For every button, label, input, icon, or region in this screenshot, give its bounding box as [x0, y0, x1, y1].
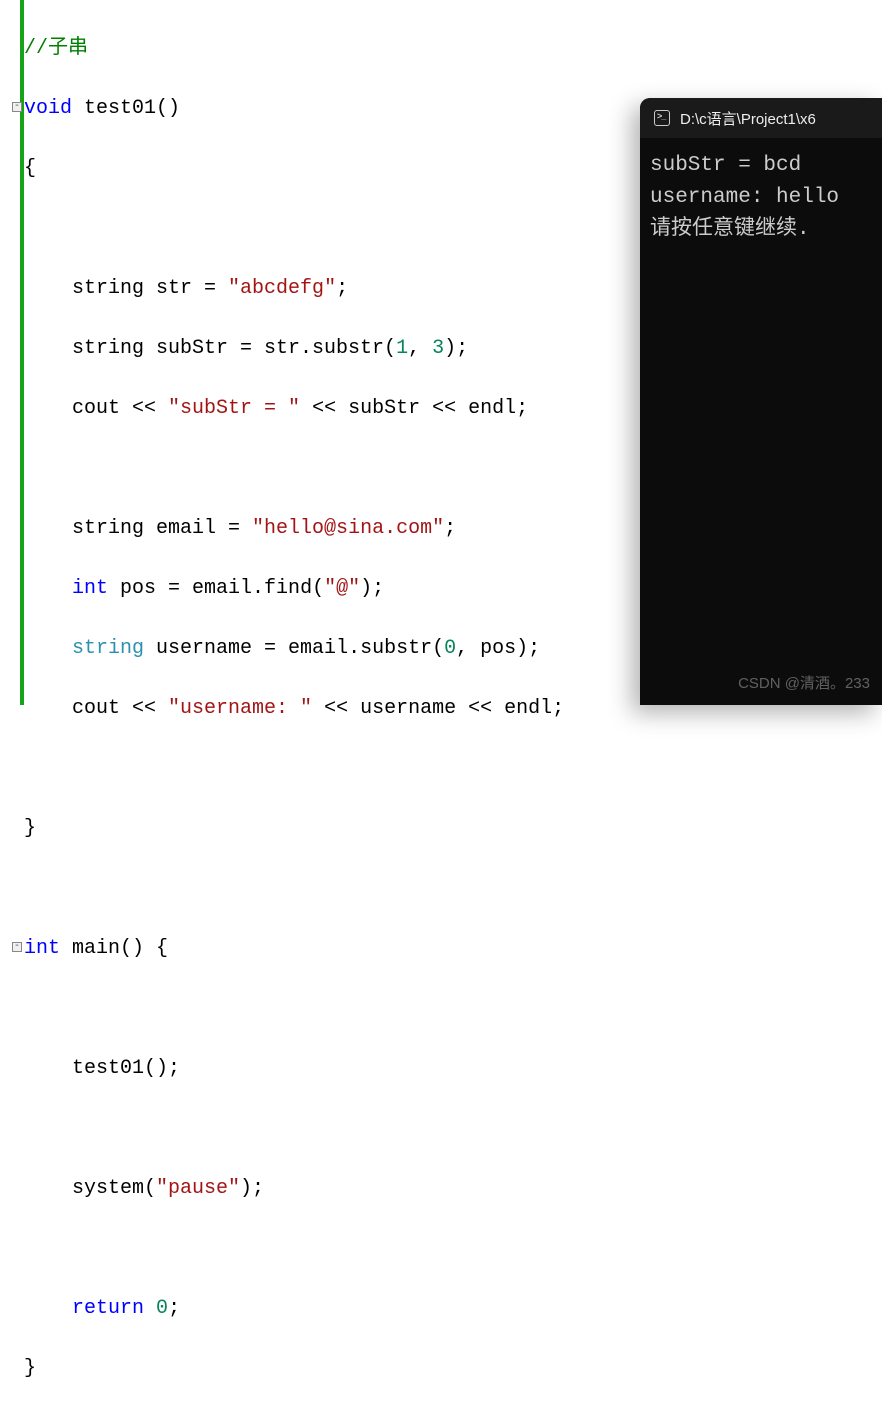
keyword: void [24, 97, 72, 120]
string-literal: "username: " [168, 697, 312, 720]
watermark: CSDN @清酒。233 [738, 672, 870, 693]
code-line: -int main() { [24, 934, 882, 964]
code-line: test01(); [24, 1054, 882, 1084]
code-text [24, 1297, 72, 1320]
func-name: test01() [72, 97, 180, 120]
string-literal: "abcdefg" [228, 277, 336, 300]
code-line: } [24, 814, 882, 844]
string-literal: "hello@sina.com" [252, 517, 444, 540]
output-line: username: hello [650, 186, 839, 209]
code-text: cout << [24, 697, 168, 720]
string-literal: "pause" [156, 1177, 240, 1200]
brace: { [24, 157, 36, 180]
code-text: << username << endl; [312, 697, 564, 720]
code-text: pos = email.find( [108, 577, 324, 600]
code-text: , pos); [456, 637, 540, 660]
code-text: string email = [24, 517, 252, 540]
code-text: username = email.substr( [144, 637, 444, 660]
string-literal: "subStr = " [168, 397, 300, 420]
number-literal: 3 [432, 337, 444, 360]
code-text: test01(); [24, 1057, 180, 1080]
comment-text: //子串 [24, 37, 88, 60]
code-text [144, 1297, 156, 1320]
number-literal: 0 [444, 637, 456, 660]
code-line: //子串 [24, 34, 882, 64]
code-text: ; [168, 1297, 180, 1320]
code-text [24, 637, 72, 660]
code-text: ); [240, 1177, 264, 1200]
console-titlebar[interactable]: D:\c语言\Project1\x6 [640, 98, 882, 138]
number-literal: 1 [396, 337, 408, 360]
code-line: return 0; [24, 1294, 882, 1324]
string-literal: "@" [324, 577, 360, 600]
brace: } [24, 817, 36, 840]
code-line [24, 994, 882, 1024]
type: string [72, 637, 144, 660]
code-line [24, 1114, 882, 1144]
terminal-icon [654, 110, 670, 126]
code-text: cout << [24, 397, 168, 420]
code-text: ); [360, 577, 384, 600]
code-text: ; [444, 517, 456, 540]
code-text: << subStr << endl; [300, 397, 528, 420]
number-literal: 0 [156, 1297, 168, 1320]
keyword: return [72, 1297, 144, 1320]
console-window: D:\c语言\Project1\x6 subStr = bcd username… [640, 98, 882, 705]
code-text: string subStr = str.substr( [24, 337, 396, 360]
code-text: , [408, 337, 432, 360]
output-line: subStr = bcd [650, 154, 801, 177]
code-text: ); [444, 337, 468, 360]
keyword: int [24, 937, 60, 960]
code-text: ; [336, 277, 348, 300]
code-text [24, 577, 72, 600]
brace: } [24, 1357, 36, 1380]
code-line [24, 754, 882, 784]
output-line: 请按任意键继续. [650, 218, 810, 241]
code-line [24, 874, 882, 904]
fold-icon[interactable]: - [12, 942, 22, 952]
code-line: } [24, 1354, 882, 1384]
code-line [24, 1234, 882, 1264]
func-name: main() { [60, 937, 168, 960]
keyword: int [72, 577, 108, 600]
console-title: D:\c语言\Project1\x6 [680, 108, 816, 129]
code-text: system( [24, 1177, 156, 1200]
code-text: string str = [24, 277, 228, 300]
console-output[interactable]: subStr = bcd username: hello 请按任意键继续. [640, 138, 882, 258]
fold-icon[interactable]: - [12, 102, 22, 112]
code-line: system("pause"); [24, 1174, 882, 1204]
